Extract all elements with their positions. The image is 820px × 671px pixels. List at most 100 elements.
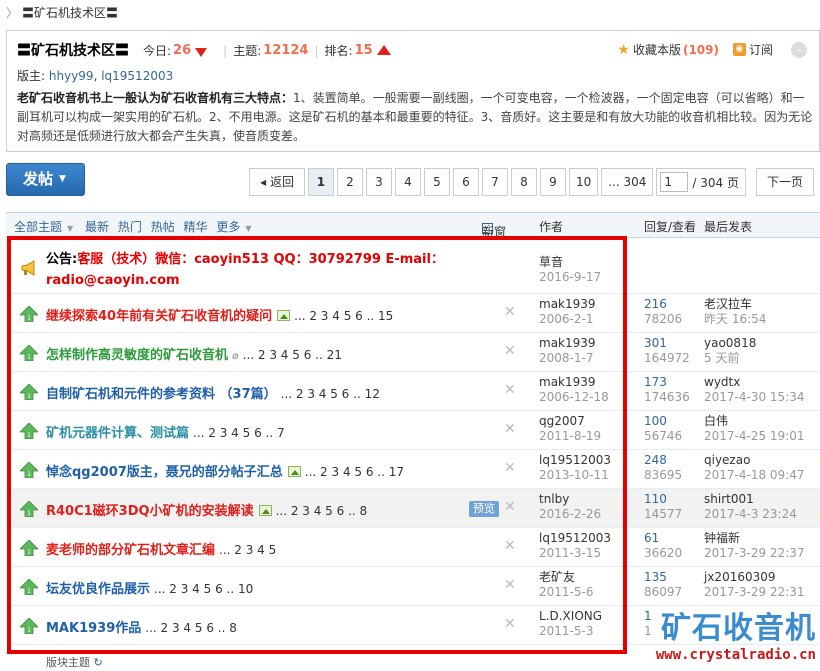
reply-count[interactable]: 301 xyxy=(644,336,690,351)
filter-digest[interactable]: 精华 xyxy=(184,220,208,234)
author-name[interactable]: qg2007 xyxy=(539,414,601,429)
close-icon[interactable]: ✕ xyxy=(504,421,516,437)
thread-up-icon[interactable]: 1 xyxy=(20,384,38,400)
reply-count[interactable]: 1 xyxy=(644,609,652,624)
last-post-time[interactable]: 2017-4-25 19:01 xyxy=(704,429,805,444)
close-icon[interactable]: ✕ xyxy=(504,538,516,554)
new-post-button[interactable]: 发帖 ▼ xyxy=(6,163,85,196)
reply-count[interactable]: 216 xyxy=(644,297,682,312)
subscribe-button[interactable]: 订阅 xyxy=(749,41,773,58)
filter-more[interactable]: 更多 xyxy=(216,220,240,234)
last-post-user[interactable]: 老汉拉车 xyxy=(704,297,766,312)
author-name[interactable]: 老矿友 xyxy=(539,570,593,585)
author-name[interactable]: tnlby xyxy=(539,492,601,507)
thread-pages[interactable]: ... 2 3 4 5 6 .. 10 xyxy=(154,582,253,596)
thread-pages[interactable]: ... 2 3 4 5 6 .. 15 xyxy=(294,309,393,323)
preview-button[interactable]: 预览 xyxy=(469,501,499,517)
close-icon[interactable]: ✕ xyxy=(504,460,516,476)
close-icon[interactable]: ✕ xyxy=(504,343,516,359)
reply-count[interactable]: 135 xyxy=(644,570,682,585)
author-name[interactable]: lq19512003 xyxy=(539,531,611,546)
thread-pages[interactable]: ... 2 3 4 5 6 .. 7 xyxy=(193,426,285,440)
thread-pages[interactable]: ... 2 3 4 5 6 .. 12 xyxy=(281,387,380,401)
thread-title-link[interactable]: 矿机元器件计算、测试篇 xyxy=(46,426,189,441)
collapse-icon[interactable]: – xyxy=(791,41,807,58)
thread-pages[interactable]: ... 2 3 4 5 6 .. 21 xyxy=(243,348,342,362)
last-post-user[interactable]: 白伟 xyxy=(704,414,805,429)
reply-count[interactable]: 248 xyxy=(644,453,682,468)
page-link[interactable]: 4 xyxy=(394,168,421,196)
thread-title-link[interactable]: R40C1磁环3DQ小矿机的安装解读 xyxy=(46,504,254,519)
filter-hot-posts[interactable]: 热帖 xyxy=(151,220,175,234)
favorite-button[interactable]: 收藏本版 xyxy=(633,41,681,58)
last-post-time[interactable]: 2017-3-29 22:31 xyxy=(704,585,805,600)
moderator-link[interactable]: hhyy99 xyxy=(49,69,94,83)
last-post-time[interactable]: 2017-4-18 09:47 xyxy=(704,468,805,483)
last-post-user[interactable]: 钟福新 xyxy=(704,531,805,546)
close-icon[interactable]: ✕ xyxy=(504,616,516,632)
breadcrumb-forum-link[interactable]: 〓矿石机技术区〓 xyxy=(22,6,118,20)
reply-count[interactable]: 110 xyxy=(644,492,682,507)
thread-up-icon[interactable]: 1 xyxy=(20,501,38,517)
thread-title-link[interactable]: 麦老师的部分矿石机文章汇编 xyxy=(46,543,215,558)
reply-count[interactable]: 61 xyxy=(644,531,682,546)
last-post-time[interactable]: 2017-4-3 23:24 xyxy=(704,507,797,522)
thread-up-icon[interactable]: 1 xyxy=(20,462,38,478)
page-link[interactable]: 2 xyxy=(336,168,363,196)
author-name[interactable]: mak1939 xyxy=(539,297,596,312)
author-name[interactable]: mak1939 xyxy=(539,375,609,390)
thread-title-link[interactable]: 悼念qg2007版主，聂兄的部分帖子汇总 xyxy=(46,465,283,480)
last-page-link[interactable]: ... 304 xyxy=(601,168,654,196)
thread-pages[interactable]: ... 2 3 4 5 6 .. 17 xyxy=(305,465,404,479)
author-name[interactable]: L.D.XIONG xyxy=(539,609,602,624)
page-link[interactable]: 1 xyxy=(307,168,334,196)
page-link[interactable]: 8 xyxy=(510,168,537,196)
thread-up-icon[interactable]: 1 xyxy=(20,540,38,556)
thread-pages[interactable]: ... 2 3 4 5 6 .. 8 xyxy=(145,621,237,635)
thread-up-icon[interactable]: 1 xyxy=(20,423,38,439)
thread-up-icon[interactable]: 1 xyxy=(20,618,38,634)
page-link[interactable]: 5 xyxy=(423,168,450,196)
last-post-time[interactable]: 2017-3-29 22:37 xyxy=(704,546,805,561)
last-post-user[interactable]: jx20160309 xyxy=(704,570,805,585)
page-link[interactable]: 6 xyxy=(452,168,479,196)
next-page-button[interactable]: 下一页 xyxy=(755,168,814,196)
filter-latest[interactable]: 最新 xyxy=(85,220,109,234)
last-post-user[interactable]: qiyezao xyxy=(704,453,805,468)
close-icon[interactable]: ✕ xyxy=(504,382,516,398)
thread-pages[interactable]: ... 2 3 4 5 xyxy=(219,543,276,557)
thread-up-icon[interactable]: 1 xyxy=(20,579,38,595)
thread-pages[interactable]: ... 2 3 4 5 6 .. 8 xyxy=(276,504,368,518)
announcement-link[interactable]: 公告:客服（技术）微信：caoyin513 QQ：30792799 E-mail… xyxy=(46,249,516,291)
author-name[interactable]: mak1939 xyxy=(539,336,596,351)
last-post-user[interactable]: yao0818 xyxy=(704,336,756,351)
reply-count[interactable]: 173 xyxy=(644,375,690,390)
thread-title-link[interactable]: 自制矿石机和元件的参考资料 （37篇） xyxy=(46,387,277,402)
close-icon[interactable]: ✕ xyxy=(504,577,516,593)
filter-hot[interactable]: 热门 xyxy=(118,220,142,234)
page-link[interactable]: 10 xyxy=(568,168,599,196)
page-link[interactable]: 7 xyxy=(481,168,508,196)
thread-up-icon[interactable]: 1 xyxy=(20,345,38,361)
last-post-user[interactable]: wydtx xyxy=(704,375,805,390)
thread-title-link[interactable]: MAK1939作品 xyxy=(46,621,141,636)
author-name[interactable]: lq19512003 xyxy=(539,453,611,468)
last-post-user[interactable]: shirt001 xyxy=(704,492,797,507)
thread-title-link[interactable]: 怎样制作高灵敏度的矿石收音机 xyxy=(46,348,228,363)
last-post-time[interactable]: 2017-4-30 15:34 xyxy=(704,390,805,405)
page-link[interactable]: 3 xyxy=(365,168,392,196)
thread-title-link[interactable]: 坛友优良作品展示 xyxy=(46,582,150,597)
back-button[interactable]: ◂ 返回 xyxy=(249,168,305,196)
thread-title-link[interactable]: 继续探索40年前有关矿石收音机的疑问 xyxy=(46,309,272,324)
last-post-time[interactable]: 5 天前 xyxy=(704,351,756,366)
moderator-link[interactable]: lq19512003 xyxy=(101,69,173,83)
close-icon[interactable]: ✕ xyxy=(504,499,516,515)
reply-count[interactable]: 100 xyxy=(644,414,682,429)
close-icon[interactable]: ✕ xyxy=(504,304,516,320)
filter-all[interactable]: 全部主题 xyxy=(14,220,62,234)
thread-up-icon[interactable]: 1 xyxy=(20,306,38,322)
author-name[interactable]: 草音 xyxy=(539,255,601,270)
last-post-time[interactable]: 昨天 16:54 xyxy=(704,312,766,327)
page-input[interactable]: 1 xyxy=(660,172,689,192)
page-link[interactable]: 9 xyxy=(539,168,566,196)
